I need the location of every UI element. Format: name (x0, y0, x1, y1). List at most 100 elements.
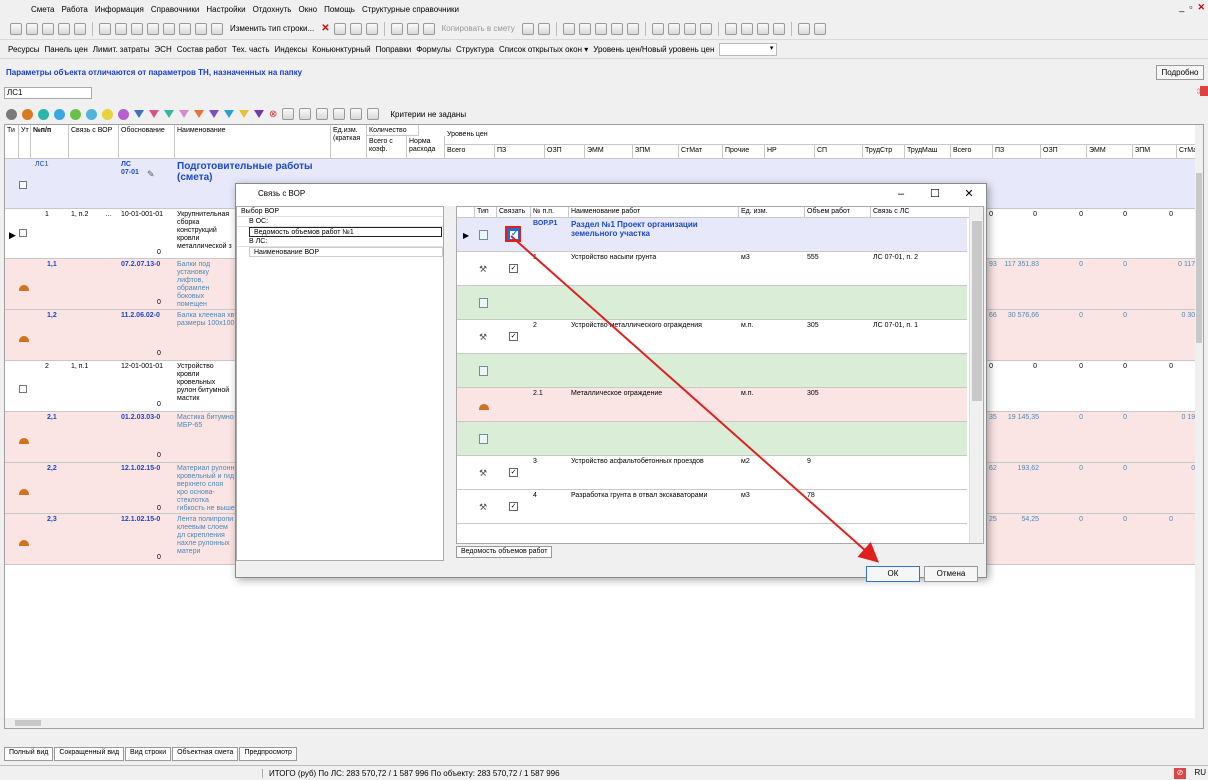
copy-to-estimate-button[interactable]: Копировать в смету (439, 24, 518, 33)
filter-funnel-sky-icon[interactable] (224, 110, 234, 118)
expand-tree-icon[interactable] (282, 108, 295, 120)
filter-dot-yellow-icon[interactable] (102, 108, 113, 120)
menu2-market[interactable]: Коньюнктурный (312, 45, 370, 54)
filter-dot-teal-icon[interactable] (38, 108, 49, 120)
maximize-icon[interactable]: ☐ (918, 184, 952, 204)
filter-funnel-teal-icon[interactable] (164, 110, 174, 118)
work-link-checkbox[interactable]: ✓ (509, 468, 518, 477)
folder-icon[interactable] (521, 22, 534, 35)
minimize-icon[interactable]: _ (1178, 2, 1185, 13)
col-header-pz2[interactable]: ПЗ (993, 145, 1041, 159)
filter-dot-cyan-icon[interactable] (86, 108, 97, 120)
col-header-emm2[interactable]: ЭММ (1087, 145, 1133, 159)
filter-icon[interactable] (610, 22, 623, 35)
justify-icon[interactable] (699, 22, 712, 35)
tab-short-view[interactable]: Сокращенный вид (54, 747, 125, 761)
col-header-qty[interactable]: Количество (367, 125, 419, 136)
resources-icon[interactable] (147, 22, 159, 35)
vor-col-header-name[interactable]: Наименование работ (569, 207, 739, 218)
vor-row[interactable]: ⚒ ✓ 4 Разработка грунта в отвал экскават… (457, 490, 967, 524)
truck-icon[interactable] (740, 22, 753, 35)
col-header-basis[interactable]: Обоснование (119, 125, 175, 159)
coefficient-icon[interactable] (211, 22, 223, 35)
filter-funnel-lilac-icon[interactable] (179, 110, 189, 118)
col-header-qty-total[interactable]: Всего с коэф. (367, 136, 407, 159)
print-icon[interactable] (333, 22, 346, 35)
import-icon[interactable] (594, 22, 607, 35)
sort-icon[interactable] (365, 22, 378, 35)
no-sign-icon[interactable]: ⊘ (1174, 768, 1186, 779)
filter-dot-green-icon[interactable] (70, 108, 81, 120)
row-ellipsis-button[interactable]: … (103, 209, 117, 219)
save-icon[interactable] (99, 22, 111, 35)
menu2-open-windows[interactable]: Список открытых окон ▾ (499, 45, 588, 54)
funnel-icon[interactable] (316, 108, 329, 120)
delete-icon[interactable]: ✕ (321, 23, 329, 34)
row-checkbox[interactable] (19, 385, 27, 393)
menu2-esn[interactable]: ЭСН (154, 45, 171, 54)
grid-hscroll-thumb[interactable] (15, 720, 41, 726)
col-header-zpm2[interactable]: ЗПМ (1133, 145, 1177, 159)
filter-funnel-pink-icon[interactable] (149, 110, 159, 118)
detail-button[interactable]: Подробно (1156, 65, 1204, 80)
ok-button[interactable]: ОК (866, 566, 920, 582)
vor-col-header-link[interactable]: Связать (497, 207, 531, 218)
table-icon[interactable] (42, 22, 54, 35)
vor-row[interactable] (457, 354, 967, 388)
menu-settings[interactable]: Настройки (205, 5, 246, 14)
menu2-indexes[interactable]: Индексы (274, 45, 307, 54)
page-icon[interactable] (367, 108, 380, 120)
eye-icon[interactable] (797, 22, 810, 35)
vor-row[interactable]: ⚒ ✓ 1 Устройство насыпи грунта м3 555 ЛС… (457, 252, 967, 286)
menu-window[interactable]: Окно (297, 5, 318, 14)
grid-icon[interactable] (333, 108, 346, 120)
close-icon[interactable]: ✕ (952, 184, 986, 204)
tab-full-view[interactable]: Полный вид (4, 747, 54, 761)
ls-input[interactable]: ЛС1 (4, 87, 92, 99)
vor-col-header-unit[interactable]: Ед. изм. (739, 207, 805, 218)
zoom-icon[interactable] (115, 22, 127, 35)
menu2-limit-costs[interactable]: Лимит. затраты (93, 45, 150, 54)
close-panel-icon[interactable] (1200, 86, 1208, 96)
minimize-icon[interactable]: – (884, 184, 918, 204)
col-header-trudstr[interactable]: ТрудСтр (863, 145, 905, 159)
clear-filter-icon[interactable]: ⊗ (269, 109, 277, 120)
vor-col-header-num[interactable]: № п.п. (531, 207, 569, 218)
col-header-zpm[interactable]: ЗПМ (633, 145, 679, 159)
vor-row[interactable] (457, 286, 967, 320)
menu-structural-refs[interactable]: Структурные справочники (361, 5, 460, 14)
col-header-qty-norm[interactable]: Норма расхода (407, 136, 445, 159)
filter-dot-blue-icon[interactable] (54, 108, 65, 120)
grid-scroll-thumb[interactable] (1196, 173, 1202, 343)
menu-info[interactable]: Информация (94, 5, 145, 14)
align-right-icon[interactable] (683, 22, 696, 35)
menu2-price-level[interactable]: Уровень цен/Новый уровень цен (593, 45, 714, 54)
helmet-icon[interactable] (756, 22, 769, 35)
col-header-emm[interactable]: ЭММ (585, 145, 633, 159)
align-center-icon[interactable] (667, 22, 680, 35)
grid-vertical-scrollbar[interactable] (1195, 125, 1203, 728)
chart-icon[interactable] (163, 22, 175, 35)
col-header-hr[interactable]: НР (765, 145, 815, 159)
calc-icon[interactable] (58, 22, 70, 35)
col-header-trudmash[interactable]: ТрудМаш (905, 145, 951, 159)
menu2-corrections[interactable]: Поправки (376, 45, 412, 54)
col-header-pz[interactable]: ПЗ (495, 145, 545, 159)
section-link-checkbox[interactable] (505, 226, 521, 242)
vor-row[interactable] (457, 422, 967, 456)
row-checkbox[interactable] (19, 229, 27, 237)
filter-dot-orange-icon[interactable] (22, 108, 33, 120)
tab-preview[interactable]: Предпросмотр (239, 747, 297, 761)
menu2-work-composition[interactable]: Состав работ (177, 45, 227, 54)
col-header-ti[interactable]: Ти (5, 125, 19, 159)
col-header-npp[interactable]: №п/п (31, 125, 69, 159)
globe-icon[interactable] (562, 22, 575, 35)
col-header-sp[interactable]: СП (815, 145, 863, 159)
link-icon[interactable] (724, 22, 737, 35)
car-icon[interactable] (772, 22, 785, 35)
grid2-icon[interactable] (350, 108, 363, 120)
col-header-stmat[interactable]: СтМат (679, 145, 723, 159)
filter-funnel-dark-icon[interactable] (254, 110, 264, 118)
col-header-ozp2[interactable]: ОЗП (1041, 145, 1087, 159)
price-level-dropdown[interactable]: ▾ (719, 43, 778, 56)
